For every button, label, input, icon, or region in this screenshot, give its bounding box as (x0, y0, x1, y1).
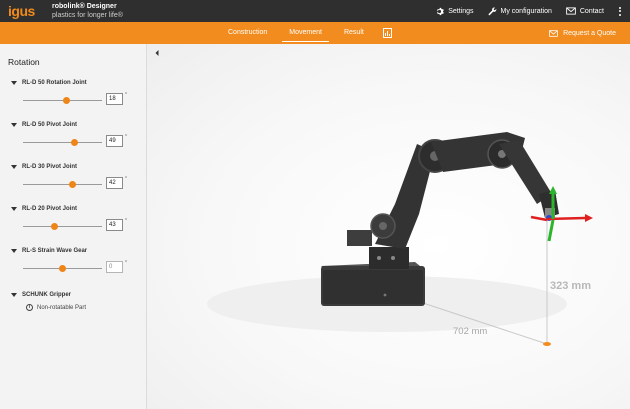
ground-marker (543, 342, 551, 346)
joint-header[interactable]: RL-S Strain Wave Gear (11, 248, 87, 254)
joint-rl-d20-pivot: RL-D 20 Pivot Joint 43 ° (0, 206, 147, 246)
joint-value-input[interactable]: 18 (106, 93, 123, 105)
panel-title: Rotation (8, 57, 40, 67)
main-nav: Construction Movement Result Request a Q… (0, 22, 630, 44)
slider-handle[interactable] (59, 264, 66, 272)
3d-viewport[interactable]: 323 mm 702 mm (147, 44, 630, 409)
degree-unit: ° (125, 134, 127, 140)
header-actions: Settings My configuration Contact (435, 0, 622, 22)
joint-slider[interactable] (23, 138, 102, 146)
app-tagline: plastics for longer life® (52, 12, 123, 19)
joint-slider[interactable] (23, 222, 102, 230)
my-configuration-button[interactable]: My configuration (488, 7, 552, 16)
joint-slider[interactable] (23, 264, 102, 272)
request-quote-label: Request a Quote (563, 29, 616, 37)
joint-value-input[interactable]: 43 (106, 219, 123, 231)
joint-label: RL-D 50 Rotation Joint (22, 80, 87, 86)
joint-label: RL-D 30 Pivot Joint (22, 164, 78, 170)
info-icon: i (26, 304, 33, 311)
height-dimension-label: 323 mm (550, 280, 591, 292)
joint-slider[interactable] (23, 180, 102, 188)
gripper-header[interactable]: SCHUNK Gripper (11, 292, 71, 298)
rotation-panel: Rotation RL-D 50 Rotation Joint 18 ° RL-… (0, 44, 147, 409)
contact-label: Contact (579, 7, 604, 15)
gear-icon (437, 7, 445, 15)
settings-button[interactable]: Settings (435, 7, 474, 16)
joint-label: RL-D 50 Pivot Joint (22, 122, 78, 128)
top-header: igus robolink® Designer plastics for lon… (0, 0, 630, 22)
robot-arm-forearm[interactable] (499, 140, 559, 218)
joint-header[interactable]: RL-D 50 Pivot Joint (11, 122, 77, 128)
expand-triangle-icon (11, 165, 17, 169)
joint-value-input[interactable]: 42 (106, 177, 123, 189)
joint-value-input[interactable]: 0 (106, 261, 123, 273)
gripper-label: SCHUNK Gripper (22, 292, 72, 298)
joint-rl-d50-pivot: RL-D 50 Pivot Joint 49 ° (0, 122, 147, 162)
slider-handle[interactable] (51, 222, 59, 230)
degree-unit: ° (125, 260, 127, 266)
chart-document-icon (383, 28, 393, 38)
tab-datasheet[interactable] (375, 22, 401, 44)
joint-value-input[interactable]: 49 (106, 135, 123, 147)
expand-triangle-icon (11, 249, 17, 253)
joint-header[interactable]: RL-D 20 Pivot Joint (11, 206, 77, 212)
joint-rl-d50-rotation: RL-D 50 Rotation Joint 18 ° (0, 80, 147, 120)
expand-triangle-icon (11, 123, 17, 127)
expand-triangle-icon (11, 293, 17, 297)
wrench-icon (488, 7, 496, 15)
distance-dimension-label: 702 mm (453, 326, 488, 337)
envelope-icon (566, 7, 576, 15)
joint-slider[interactable] (23, 96, 102, 104)
app-name: robolink® Designer (52, 3, 117, 10)
tab-result[interactable]: Result (333, 22, 375, 44)
tab-movement[interactable]: Movement (278, 22, 333, 44)
my-configuration-label: My configuration (500, 7, 552, 15)
degree-unit: ° (125, 176, 127, 182)
more-menu-icon[interactable] (618, 6, 622, 16)
slider-handle[interactable] (69, 180, 77, 188)
tab-bar: Construction Movement Result (217, 22, 401, 44)
envelope-icon (549, 29, 558, 37)
igus-logo[interactable]: igus (8, 3, 44, 19)
tab-construction[interactable]: Construction (217, 22, 278, 44)
slider-handle[interactable] (62, 96, 70, 104)
app-title: robolink® Designer plastics for longer l… (52, 2, 123, 20)
gripper-note-text: Non-rotatable Part (37, 304, 87, 311)
joint-rl-s-strain-wave-gear: RL-S Strain Wave Gear 0 ° (0, 248, 147, 288)
joint-label: RL-S Strain Wave Gear (22, 248, 88, 254)
contact-button[interactable]: Contact (566, 7, 604, 15)
settings-label: Settings (448, 7, 474, 15)
expand-triangle-icon (11, 207, 17, 211)
joint-header[interactable]: RL-D 50 Rotation Joint (11, 80, 87, 86)
joint-rl-d30-pivot: RL-D 30 Pivot Joint 42 ° (0, 164, 147, 204)
expand-triangle-icon (11, 81, 17, 85)
slider-handle[interactable] (70, 138, 78, 146)
request-quote-button[interactable]: Request a Quote (549, 22, 616, 44)
degree-unit: ° (125, 218, 127, 224)
degree-unit: ° (125, 92, 127, 98)
gripper-note: i Non-rotatable Part (26, 304, 86, 311)
joint-header[interactable]: RL-D 30 Pivot Joint (11, 164, 77, 170)
robot-scene (207, 132, 593, 346)
joint-label: RL-D 20 Pivot Joint (22, 206, 78, 212)
